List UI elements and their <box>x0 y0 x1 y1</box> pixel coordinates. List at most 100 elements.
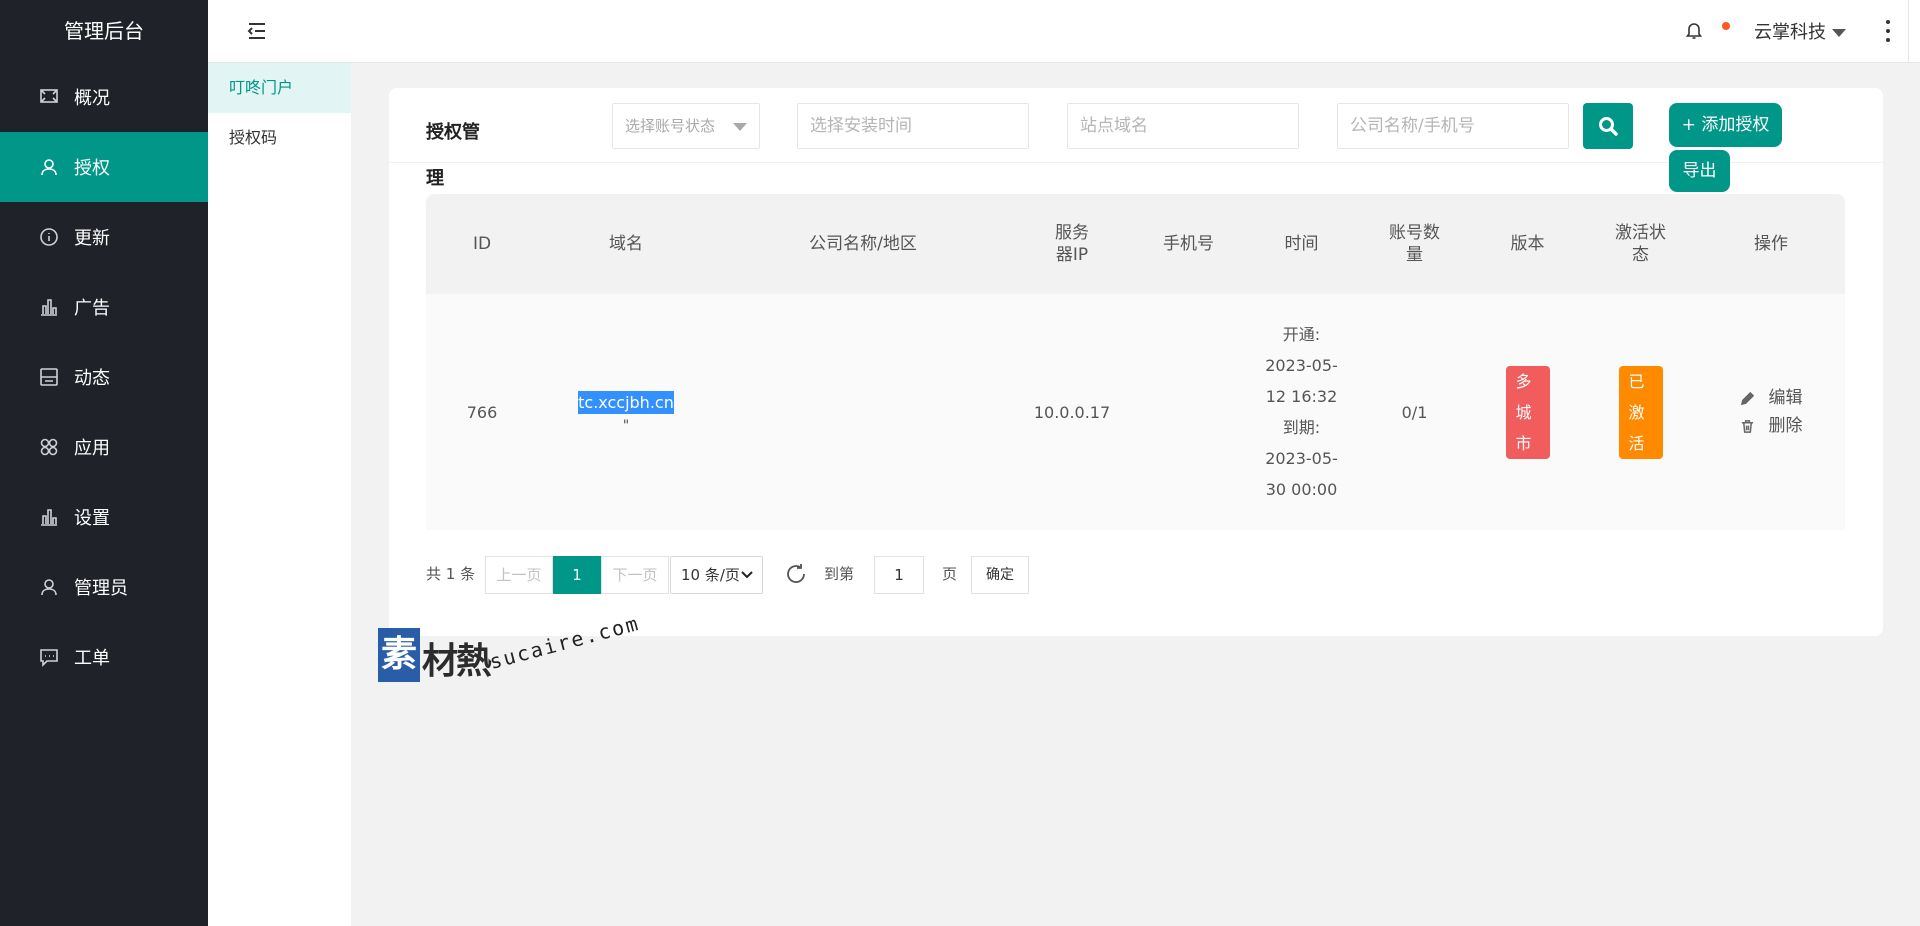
monitor-icon <box>38 86 60 108</box>
export-button[interactable]: 导出 <box>1669 150 1730 192</box>
cell-version: 多城市 <box>1471 294 1584 530</box>
col-id: ID <box>472 234 492 254</box>
apps-icon <box>38 436 60 458</box>
sidebar-item-apps[interactable]: 应用 <box>0 412 208 482</box>
trash-icon <box>1741 419 1753 433</box>
expire-label: 到期: <box>1282 418 1321 437</box>
refresh-icon[interactable] <box>784 556 812 594</box>
divider <box>389 162 1883 163</box>
site-domain-input[interactable] <box>1067 103 1299 149</box>
domain-text: tc.xccjbh.cn <box>578 390 674 414</box>
search-button[interactable] <box>1583 103 1633 149</box>
cell-id: 766 <box>466 402 498 422</box>
select-placeholder: 选择账号状态 <box>625 117 716 135</box>
edit-label: 编辑 <box>1768 388 1803 408</box>
sidebar-item-label: 更新 <box>74 228 110 249</box>
domain-extra: " <box>622 417 630 434</box>
expire-date: 2023-05- <box>1265 449 1338 468</box>
current-page[interactable]: 1 <box>553 556 601 594</box>
watermark-text: 材熱 <box>422 641 492 682</box>
user-icon <box>38 156 60 178</box>
sidebar-item-update[interactable]: 更新 <box>0 202 208 272</box>
open-time: 12 16:32 <box>1265 387 1338 406</box>
col-company: 公司名称/地区 <box>809 234 917 254</box>
table-row: 766 tc.xccjbh.cn " 10.0.0.17 开通: 2023-05… <box>426 294 1845 530</box>
page-size-select[interactable]: 10 条/页 <box>670 556 763 594</box>
sidebar-item-label: 管理员 <box>74 578 128 599</box>
delete-label: 删除 <box>1768 416 1803 436</box>
user-icon <box>38 576 60 598</box>
table-header: ID 域名 公司名称/地区 服务器IP 手机号 时间 账号数量 版本 激活状态 … <box>426 194 1845 294</box>
caret-down-icon <box>733 123 747 131</box>
sidebar-item-admin[interactable]: 管理员 <box>0 552 208 622</box>
total-count: 共 1 条 <box>426 565 476 583</box>
col-actions: 操作 <box>1754 234 1788 254</box>
cell-status: 已激活 <box>1584 294 1697 530</box>
sidebar-item-authorization[interactable]: 授权 <box>0 132 208 202</box>
col-phone: 手机号 <box>1163 234 1214 254</box>
cell-accounts: 0/1 <box>1401 402 1428 422</box>
account-status-select[interactable]: 选择账号状态 <box>612 103 760 149</box>
page-unit: 页 <box>942 565 958 583</box>
col-server-ip: 服务器IP <box>1055 223 1089 265</box>
sidebar-item-label: 广告 <box>74 298 110 319</box>
authorization-table: ID 域名 公司名称/地区 服务器IP 手机号 时间 账号数量 版本 激活状态 … <box>426 194 1845 530</box>
expire-time: 30 00:00 <box>1265 480 1338 499</box>
cell-time: 开通: 2023-05- 12 16:32 到期: 2023-05- 30 00… <box>1245 294 1358 530</box>
sidebar-item-ads[interactable]: 广告 <box>0 272 208 342</box>
page-title: 授权管理 <box>426 122 480 189</box>
status-badge: 已激活 <box>1618 365 1663 459</box>
prev-page-button[interactable]: 上一页 <box>485 556 553 594</box>
info-icon <box>38 226 60 248</box>
edit-button[interactable]: 编辑 <box>1740 384 1803 412</box>
sidebar-item-dynamics[interactable]: 动态 <box>0 342 208 412</box>
company-phone-input[interactable] <box>1337 103 1569 149</box>
caret-down-icon <box>1832 29 1846 37</box>
open-date: 2023-05- <box>1265 356 1338 375</box>
add-authorization-button[interactable]: + 添加授权 <box>1669 103 1782 147</box>
notification-dot <box>1722 22 1730 30</box>
sidebar-item-label: 工单 <box>74 648 110 669</box>
menu-toggle-icon[interactable] <box>246 20 268 42</box>
message-icon <box>38 646 60 668</box>
bell-icon[interactable] <box>1684 20 1706 42</box>
sidebar-item-label: 设置 <box>74 508 110 529</box>
col-status: 激活状态 <box>1615 223 1666 265</box>
bar-chart-icon <box>38 506 60 528</box>
watermark: 素 材熱 sucaire.com <box>378 611 642 686</box>
watermark-logo: 素 <box>378 628 420 682</box>
chevron-down-icon <box>741 571 753 579</box>
brand-title: 管理后台 <box>64 19 144 43</box>
cell-domain: tc.xccjbh.cn " <box>538 294 714 530</box>
sidebar-item-tickets[interactable]: 工单 <box>0 622 208 692</box>
col-domain: 域名 <box>609 234 643 254</box>
col-accounts: 账号数量 <box>1389 223 1440 265</box>
cell-actions: 编辑 删除 <box>1697 294 1845 530</box>
install-time-input[interactable] <box>797 103 1029 149</box>
more-vertical-icon[interactable] <box>1880 18 1896 44</box>
pencil-icon <box>1740 391 1754 405</box>
pagination: 共 1 条 上一页 1 下一页 10 条/页 到第 1 页 确定 <box>426 556 1326 594</box>
sidebar-item-label: 动态 <box>74 368 110 389</box>
user-menu[interactable]: 云掌科技 <box>1754 18 1846 44</box>
cell-server-ip: 10.0.0.17 <box>1033 402 1111 422</box>
sub-item-auth-code[interactable]: 授权码 <box>208 113 351 163</box>
goto-page-input[interactable]: 1 <box>874 556 924 594</box>
delete-button[interactable]: 删除 <box>1740 412 1803 440</box>
sidebar-item-overview[interactable]: 概况 <box>0 62 208 132</box>
sidebar-item-settings[interactable]: 设置 <box>0 482 208 552</box>
sidebar-item-label: 应用 <box>74 438 110 459</box>
next-page-button[interactable]: 下一页 <box>601 556 669 594</box>
confirm-button[interactable]: 确定 <box>971 556 1029 594</box>
version-badge: 多城市 <box>1505 365 1550 459</box>
goto-label: 到第 <box>824 565 855 583</box>
main-card: 授权管理 选择账号状态 + 添加授权 导出 ID 域名 公司名称/地区 服务器I… <box>389 88 1883 636</box>
sidebar: 管理后台 概况 授权 更新 广告 动态 应用 设置 管理员 工单 <box>0 0 208 926</box>
sidebar-item-label: 授权 <box>74 158 110 179</box>
cell-company <box>714 294 1012 530</box>
sub-item-portal[interactable]: 叮咚门户 <box>208 63 351 113</box>
layout-icon <box>38 366 60 388</box>
sidebar-item-label: 概况 <box>74 88 110 109</box>
header-edge <box>1908 0 1920 63</box>
search-icon <box>1599 117 1618 136</box>
